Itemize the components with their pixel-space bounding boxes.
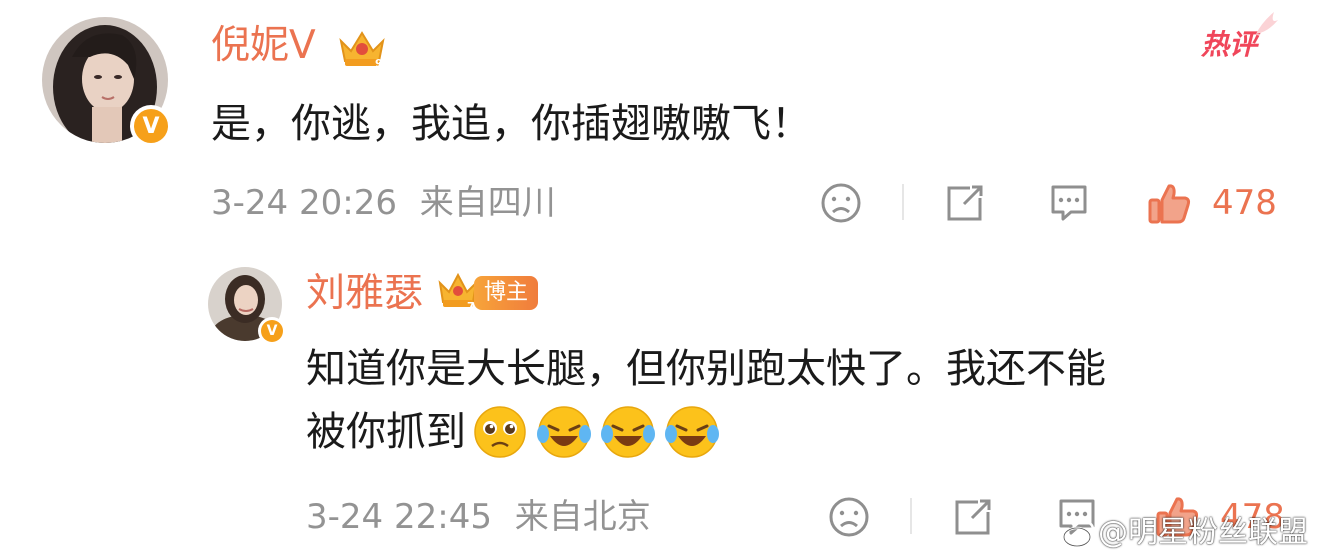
share-button[interactable] — [942, 180, 988, 226]
weibo-logo-icon — [1062, 518, 1096, 548]
replier-username[interactable]: 刘雅瑟 — [306, 272, 423, 316]
reply-action-divider — [910, 498, 912, 534]
pleading-face-emoji — [474, 406, 526, 458]
comment-meta: 3-24 20:26 来自四川 — [211, 182, 556, 224]
sad-face-icon — [829, 497, 869, 537]
member-crown-icon: 9 — [337, 27, 387, 70]
watermark: @明星粉丝联盟 — [1098, 515, 1308, 550]
verified-v-icon: V — [261, 320, 283, 342]
laughing-crying-emoji — [601, 406, 655, 458]
sad-face-icon — [821, 183, 861, 223]
reply-meta: 3-24 22:45 来自北京 — [306, 496, 651, 538]
replier-crown-icon: 7 — [437, 270, 479, 313]
hot-flame-decoration-icon — [1252, 10, 1280, 36]
thumbs-up-icon — [1148, 184, 1191, 224]
reply-text-line-1: 知道你是大长腿，但你别跑太快了。我还不能 — [306, 346, 1106, 392]
svg-text:9: 9 — [375, 57, 383, 69]
laughing-crying-emoji — [537, 406, 591, 458]
reply-share-button[interactable] — [950, 494, 996, 540]
verified-v-icon: V — [134, 109, 168, 143]
comment-location: 来自四川 — [419, 183, 556, 223]
blogger-badge-label: 博主 — [483, 280, 528, 305]
commenter-username[interactable]: 倪妮V — [211, 24, 316, 68]
blogger-badge: 博主 — [474, 276, 538, 310]
replier-verified-badge: V — [258, 317, 286, 345]
share-icon — [955, 499, 991, 535]
reply-timestamp: 3-24 22:45 — [306, 497, 492, 537]
reply-location: 来自北京 — [514, 497, 651, 537]
reply-text-line-2: 被你抓到 — [306, 403, 720, 461]
laughing-crying-emoji — [665, 406, 719, 458]
dislike-button[interactable] — [818, 180, 864, 226]
hot-comment-badge: 热评 — [1201, 28, 1258, 61]
like-count: 478 — [1212, 183, 1277, 223]
like-button[interactable] — [1146, 179, 1194, 227]
action-divider — [902, 184, 904, 220]
comment-text: 是，你逃，我追，你插翅嗷嗷飞！ — [211, 101, 811, 147]
verified-badge: V — [130, 105, 172, 147]
comment-icon — [1051, 185, 1087, 221]
share-icon — [947, 185, 983, 221]
reply-text-line-2-text: 被你抓到 — [306, 409, 466, 455]
reply-dislike-button[interactable] — [826, 494, 872, 540]
comment-timestamp: 3-24 20:26 — [211, 183, 397, 223]
comment-button[interactable] — [1046, 180, 1092, 226]
